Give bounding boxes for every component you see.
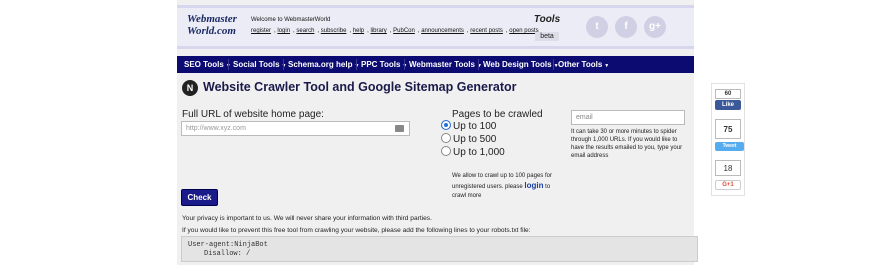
nav-other-tools[interactable]: Other Tools ▼: [558, 56, 609, 73]
url-input[interactable]: http://www.xyz.com: [181, 121, 410, 136]
nav-schema-help[interactable]: Schema.org help▼: [288, 56, 359, 73]
nav-divider: [553, 59, 554, 70]
option-up-to-500[interactable]: Up to 500: [441, 133, 496, 145]
link-subscribe[interactable]: subscribe: [321, 28, 347, 34]
welcome-text: Welcome to WebmasterWorld: [251, 17, 331, 23]
url-label: Full URL of website home page:: [182, 109, 324, 120]
keyboard-icon: [395, 125, 404, 132]
share-panel: 60 Like 75 Tweet 18 G+1: [711, 83, 745, 196]
nav-divider: [228, 59, 229, 70]
link-search[interactable]: search: [296, 28, 314, 34]
login-link[interactable]: login: [524, 181, 543, 190]
url-placeholder: http://www.xyz.com: [186, 125, 246, 132]
facebook-count: 60: [715, 89, 741, 99]
radio-selected[interactable]: [441, 120, 451, 131]
code-line: User-agent:NinjaBot: [188, 241, 268, 249]
google-plus-count: 18: [715, 160, 741, 176]
main-nav: SEO Tools▼ Social Tools▼ Schema.org help…: [177, 56, 694, 73]
twitter-icon[interactable]: t: [586, 16, 608, 38]
link-pubcon[interactable]: PubCon: [393, 28, 415, 34]
site-logo[interactable]: Webmaster World.com: [187, 13, 244, 43]
nav-divider: [478, 59, 479, 70]
privacy-text: Your privacy is important to us. We will…: [182, 215, 432, 222]
nav-ppc-tools[interactable]: PPC Tools▼: [361, 56, 407, 73]
nav-divider: [404, 59, 405, 70]
link-library[interactable]: library: [370, 28, 386, 34]
ninja-logo-icon: N: [182, 80, 198, 96]
link-help[interactable]: help: [353, 28, 364, 34]
robots-code-box: User-agent:NinjaBot Disallow: /: [181, 236, 698, 262]
nav-webmaster-tools[interactable]: Webmaster Tools ▼: [409, 56, 482, 73]
crawl-note: We allow to crawl up to 100 pages for un…: [452, 173, 552, 199]
pages-label: Pages to be crawled: [452, 109, 543, 120]
code-line: Disallow: /: [204, 250, 251, 258]
header-links: register, login, search, subscribe, help…: [251, 28, 539, 34]
radio-unselected[interactable]: [441, 146, 451, 157]
facebook-like-button[interactable]: Like: [715, 100, 741, 110]
link-register[interactable]: register: [251, 28, 271, 34]
beta-badge: beta: [535, 32, 559, 41]
email-note: It can take 30 or more minutes to spider…: [571, 129, 683, 159]
site-header: Webmaster World.com Welcome to Webmaster…: [177, 5, 694, 49]
tweet-button[interactable]: Tweet: [715, 142, 744, 151]
logo-line2: World.com: [187, 25, 236, 37]
nav-web-design-tools[interactable]: Web Design Tools ▼: [483, 56, 559, 73]
option-up-to-1000[interactable]: Up to 1,000: [441, 146, 505, 158]
email-input[interactable]: email: [571, 110, 685, 125]
page-title: Website Crawler Tool and Google Sitemap …: [203, 80, 517, 94]
link-login[interactable]: login: [277, 28, 290, 34]
facebook-icon[interactable]: f: [615, 16, 637, 38]
nav-divider: [283, 59, 284, 70]
tools-title: Tools: [533, 14, 561, 25]
check-button[interactable]: Check: [181, 189, 218, 206]
nav-social-tools[interactable]: Social Tools ▼: [233, 56, 286, 73]
google-plus-button[interactable]: G+1: [715, 180, 741, 190]
option-up-to-100[interactable]: Up to 100: [441, 120, 496, 132]
tools-box[interactable]: Tools beta: [532, 14, 562, 43]
link-recent-posts[interactable]: recent posts: [470, 28, 503, 34]
link-announcements[interactable]: announcements: [421, 28, 464, 34]
tweet-count: 75: [715, 119, 741, 139]
logo-line1: Webmaster: [187, 13, 237, 25]
chevron-down-icon: ▼: [604, 63, 610, 69]
nav-divider: [356, 59, 357, 70]
nav-seo-tools[interactable]: SEO Tools▼: [184, 56, 231, 73]
radio-unselected[interactable]: [441, 133, 451, 144]
google-plus-icon[interactable]: g+: [644, 16, 666, 38]
robots-note: If you would like to prevent this free t…: [182, 227, 531, 234]
